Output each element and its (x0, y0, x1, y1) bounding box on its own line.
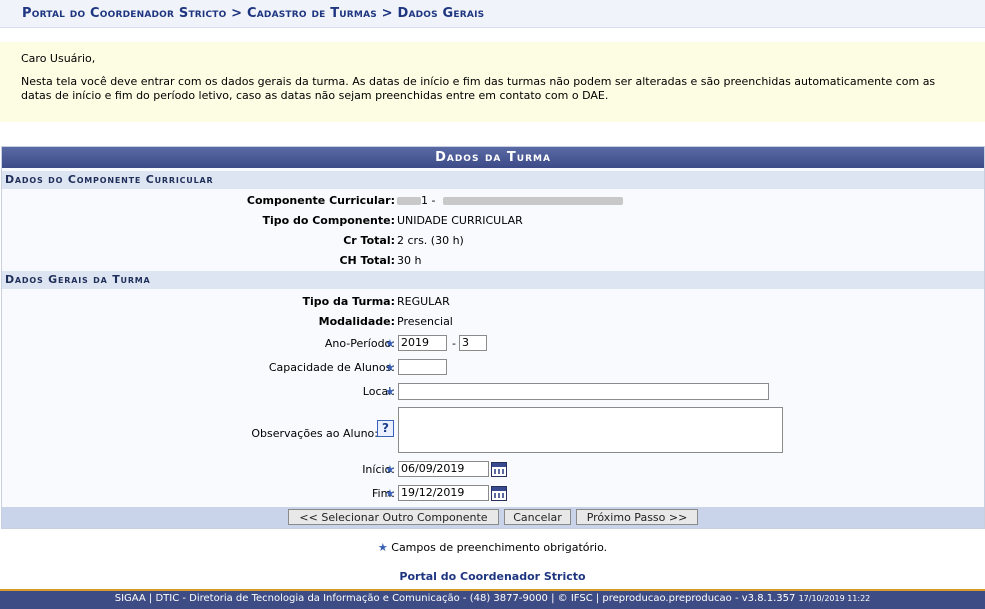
row-tipo-componente: Tipo do Componente: UNIDADE CURRICULAR (2, 214, 984, 234)
dados-turma-form: Dados da Turma Dados do Componente Curri… (1, 146, 985, 529)
observacoes-label: Observações ao Aluno: (251, 427, 378, 440)
row-observacoes: Observações ao Aluno: ? (2, 407, 984, 455)
modalidade-value: Presencial (397, 315, 453, 328)
redacted-name (442, 197, 623, 205)
redacted-code (397, 197, 421, 205)
row-componente: Componente Curricular: 1 - (2, 194, 984, 214)
periodo-input[interactable]: 3 (459, 335, 487, 351)
breadcrumb: Portal do Coordenador Stricto > Cadastro… (22, 6, 485, 21)
capacidade-input[interactable] (398, 359, 447, 375)
info-notice: Caro Usuário, Nesta tela você deve entra… (0, 42, 985, 122)
required-legend-text: Campos de preenchimento obrigatório. (391, 541, 608, 554)
selecionar-outro-componente-button[interactable]: << Selecionar Outro Componente (288, 509, 499, 525)
componente-value-text: 1 - (421, 194, 436, 207)
help-icon[interactable]: ? (377, 420, 394, 437)
row-tipo-turma: Tipo da Turma: REGULAR (2, 295, 984, 315)
row-inicio: Início: ★ 06/09/2019 (2, 461, 984, 481)
tipo-turma-label: Tipo da Turma: (302, 295, 396, 308)
notice-greeting: Caro Usuário, (21, 52, 96, 65)
fim-input[interactable]: 19/12/2019 (398, 485, 489, 501)
required-star-icon: ★ (385, 337, 395, 350)
cancel-button[interactable]: Cancelar (504, 509, 571, 525)
ch-total-value: 30 h (397, 254, 422, 267)
footer-text: SIGAA | DTIC - Diretoria de Tecnologia d… (114, 593, 796, 604)
required-star-icon: ★ (385, 361, 395, 374)
top-bar: Portal do Coordenador Stricto > Cadastro… (0, 0, 985, 28)
observacoes-textarea[interactable] (398, 407, 783, 453)
calendar-icon[interactable] (491, 486, 507, 501)
tipo-componente-value: UNIDADE CURRICULAR (397, 214, 523, 227)
footer: SIGAA | DTIC - Diretoria de Tecnologia d… (0, 589, 985, 609)
capacidade-label: Capacidade de Alunos: (268, 361, 395, 374)
button-bar: << Selecionar Outro Componente Cancelar … (2, 507, 984, 528)
required-star-icon: ★ (377, 541, 388, 554)
section-gerais-title: Dados Gerais da Turma (5, 273, 151, 286)
componente-label: Componente Curricular: (246, 194, 395, 207)
proximo-passo-button[interactable]: Próximo Passo >> (576, 509, 698, 525)
componente-value: 1 - (397, 194, 623, 207)
row-ano-periodo: Ano-Período: ★ 2019 - 3 (2, 335, 984, 355)
notice-message: Nesta tela você deve entrar com os dados… (21, 75, 936, 102)
required-star-icon: ★ (385, 385, 395, 398)
panel-title: Dados da Turma (2, 147, 984, 168)
section-componente: Dados do Componente Curricular (2, 171, 984, 189)
cr-total-label: Cr Total: (343, 234, 395, 247)
footer-timestamp: 17/10/2019 11:22 (798, 594, 871, 603)
required-legend: ★ Campos de preenchimento obrigatório. (0, 541, 985, 554)
ano-periodo-separator: - (452, 337, 456, 350)
tipo-turma-value: REGULAR (397, 295, 450, 308)
inicio-input[interactable]: 06/09/2019 (398, 461, 489, 477)
row-cr-total: Cr Total: 2 crs. (30 h) (2, 234, 984, 254)
row-local: Local: ★ (2, 383, 984, 403)
section-gerais: Dados Gerais da Turma (2, 271, 984, 289)
calendar-icon[interactable] (491, 462, 507, 477)
tipo-componente-label: Tipo do Componente: (262, 214, 395, 227)
cr-total-value: 2 crs. (30 h) (397, 234, 464, 247)
local-input[interactable] (398, 383, 769, 400)
required-star-icon: ★ (385, 463, 395, 476)
required-star-icon: ★ (385, 487, 395, 500)
row-modalidade: Modalidade: Presencial (2, 315, 984, 335)
ch-total-label: CH Total: (339, 254, 395, 267)
portal-link[interactable]: Portal do Coordenador Stricto (0, 570, 985, 583)
row-capacidade: Capacidade de Alunos: ★ (2, 359, 984, 379)
section-componente-title: Dados do Componente Curricular (5, 173, 214, 186)
ano-input[interactable]: 2019 (398, 335, 447, 351)
row-fim: Fim: ★ 19/12/2019 (2, 485, 984, 505)
modalidade-label: Modalidade: (318, 315, 395, 328)
